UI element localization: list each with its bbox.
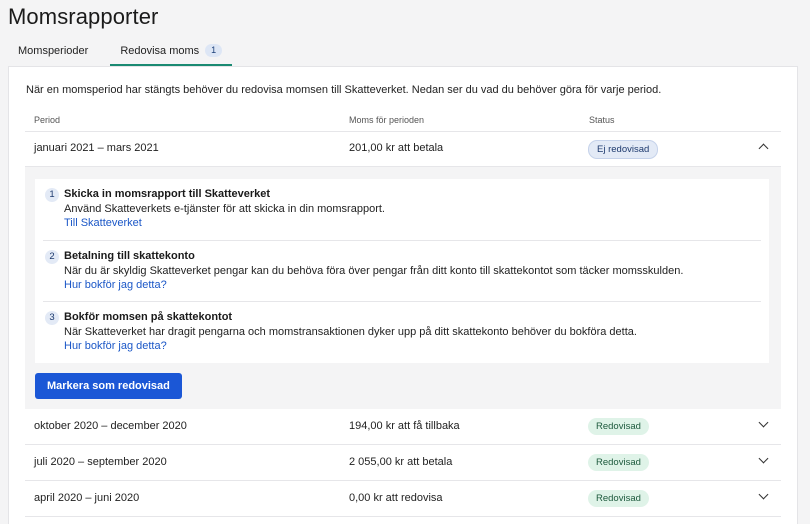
tab-label: Redovisa moms bbox=[120, 45, 200, 57]
skatteverket-link[interactable]: Till Skatteverket bbox=[64, 217, 142, 229]
step-number: 2 bbox=[45, 250, 59, 264]
period-cell: oktober 2020 – december 2020 bbox=[34, 420, 187, 432]
amount-cell: 2 055,00 kr att betala bbox=[349, 456, 453, 468]
step-description: Använd Skatteverkets e-tjänster för att … bbox=[64, 203, 385, 215]
status-badge: Redovisad bbox=[588, 418, 649, 435]
tab-label: Momsperioder bbox=[18, 45, 89, 57]
column-header-amount: Moms för perioden bbox=[349, 115, 425, 125]
step-description: När Skatteverket har dragit pengarna och… bbox=[64, 326, 637, 338]
amount-cell: 201,00 kr att betala bbox=[349, 142, 444, 154]
tab-bar: Momsperioder Redovisa moms 1 bbox=[8, 42, 233, 66]
amount-cell: 194,00 kr att få tillbaka bbox=[349, 420, 460, 432]
chevron-down-icon[interactable] bbox=[758, 417, 769, 428]
status-badge: Ej redovisad bbox=[588, 140, 659, 159]
chevron-up-icon[interactable] bbox=[758, 143, 769, 154]
step-title: Skicka in momsrapport till Skatteverket bbox=[64, 188, 271, 200]
tab-redovisa-moms[interactable]: Redovisa moms 1 bbox=[110, 42, 233, 66]
expanded-details: 1 Skicka in momsrapport till Skatteverke… bbox=[25, 167, 781, 409]
table-row[interactable]: juli 2020 – september 2020 2 055,00 kr a… bbox=[25, 445, 781, 481]
status-badge: Redovisad bbox=[588, 454, 649, 471]
table-row[interactable]: april 2020 – juni 2020 0,00 kr att redov… bbox=[25, 481, 781, 517]
page-title: Momsrapporter bbox=[8, 4, 159, 29]
help-link[interactable]: Hur bokför jag detta? bbox=[64, 340, 167, 352]
period-cell: januari 2021 – mars 2021 bbox=[34, 142, 159, 154]
table-row[interactable]: oktober 2020 – december 2020 194,00 kr a… bbox=[25, 409, 781, 445]
column-header-status: Status bbox=[589, 115, 615, 125]
step-number: 1 bbox=[45, 188, 59, 202]
vat-report-card: När en momsperiod har stängts behöver du… bbox=[8, 66, 798, 524]
step-item: 3 Bokför momsen på skattekontot När Skat… bbox=[35, 302, 769, 363]
table-row[interactable]: januari 2021 – mars 2021 201,00 kr att b… bbox=[25, 131, 781, 167]
step-item: 1 Skicka in momsrapport till Skatteverke… bbox=[35, 179, 769, 240]
period-cell: juli 2020 – september 2020 bbox=[34, 456, 167, 468]
step-item: 2 Betalning till skattekonto När du är s… bbox=[35, 241, 769, 302]
count-badge: 1 bbox=[205, 44, 223, 57]
step-number: 3 bbox=[45, 311, 59, 325]
step-title: Bokför momsen på skattekontot bbox=[64, 311, 233, 323]
chevron-down-icon[interactable] bbox=[758, 453, 769, 464]
mark-as-reported-button[interactable]: Markera som redovisad bbox=[35, 373, 182, 399]
period-cell: april 2020 – juni 2020 bbox=[34, 492, 140, 504]
step-title: Betalning till skattekonto bbox=[64, 250, 195, 262]
help-link[interactable]: Hur bokför jag detta? bbox=[64, 279, 167, 291]
chevron-down-icon[interactable] bbox=[758, 489, 769, 500]
amount-cell: 0,00 kr att redovisa bbox=[349, 492, 443, 504]
intro-text: När en momsperiod har stängts behöver du… bbox=[26, 84, 662, 96]
step-description: När du är skyldig Skatteverket pengar ka… bbox=[64, 265, 684, 277]
column-header-period: Period bbox=[34, 115, 61, 125]
status-badge: Redovisad bbox=[588, 490, 649, 507]
tab-momsperioder[interactable]: Momsperioder bbox=[8, 42, 98, 66]
steps-list: 1 Skicka in momsrapport till Skatteverke… bbox=[35, 179, 769, 363]
